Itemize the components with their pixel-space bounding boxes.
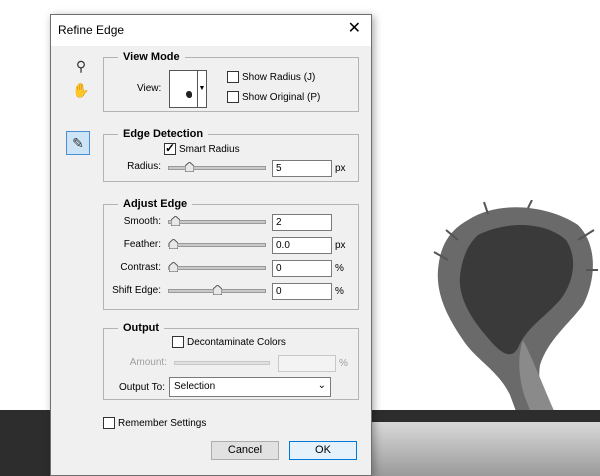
ok-button[interactable]: OK (289, 441, 357, 460)
view-preview-thumbnail (186, 91, 192, 98)
decontaminate-colors-label: Decontaminate Colors (187, 337, 286, 348)
contrast-unit: % (335, 263, 344, 274)
smooth-input[interactable]: 2 (272, 214, 332, 231)
shift-edge-label: Shift Edge: (112, 285, 161, 296)
view-label: View: (137, 83, 162, 94)
refine-edge-dialog: Refine Edge ✕ ⚲ ✋ ✎ View Mode View: ▼ Sh… (50, 14, 372, 476)
close-icon[interactable]: ✕ (348, 20, 361, 38)
radius-label: Radius: (127, 161, 161, 172)
smooth-slider-thumb[interactable] (170, 216, 180, 226)
amount-label: Amount: (129, 357, 167, 368)
output-legend: Output (118, 322, 165, 334)
output-to-select[interactable]: Selection ⌄ (169, 377, 331, 397)
shift-edge-slider[interactable] (168, 285, 266, 295)
amount-slider (174, 361, 270, 365)
feather-input[interactable]: 0.0 (272, 237, 332, 254)
radius-slider-thumb[interactable] (184, 162, 194, 172)
remember-settings-checkbox[interactable] (103, 417, 115, 429)
smart-radius-checkbox[interactable] (164, 141, 176, 155)
shift-edge-input[interactable]: 0 (272, 283, 332, 300)
show-radius-checkbox[interactable] (227, 71, 239, 83)
radius-input[interactable]: 5 (272, 160, 332, 177)
view-mode-picker[interactable]: ▼ (169, 70, 207, 108)
show-radius-label: Show Radius (J) (242, 72, 316, 83)
chevron-down-icon: ▼ (197, 71, 206, 107)
light-strip (372, 422, 600, 476)
contrast-slider-thumb[interactable] (169, 262, 178, 272)
edge-detection-legend: Edge Detection (118, 128, 209, 140)
smart-radius-label: Smart Radius (179, 144, 240, 155)
feather-unit: px (335, 240, 346, 251)
smooth-slider[interactable] (168, 216, 266, 226)
amount-unit: % (339, 358, 348, 369)
shift-edge-unit: % (335, 286, 344, 297)
contrast-label: Contrast: (120, 262, 161, 273)
zoom-tool-icon[interactable]: ⚲ (71, 56, 91, 76)
adjust-edge-legend: Adjust Edge (118, 198, 193, 210)
feather-slider[interactable] (168, 239, 266, 249)
output-to-value: Selection (174, 381, 216, 392)
feather-label: Feather: (123, 239, 161, 250)
decontaminate-colors-checkbox[interactable] (172, 336, 184, 348)
radius-unit: px (335, 163, 346, 174)
amount-input (278, 355, 336, 372)
show-original-checkbox[interactable] (227, 91, 239, 103)
shift-edge-slider-thumb[interactable] (212, 285, 222, 295)
remember-settings-label: Remember Settings (118, 418, 207, 429)
smooth-label: Smooth: (123, 216, 161, 227)
view-mode-legend: View Mode (118, 51, 185, 63)
chevron-down-icon: ⌄ (317, 380, 326, 391)
output-to-label: Output To: (119, 382, 165, 393)
title-bar: Refine Edge ✕ (51, 15, 371, 46)
refine-radius-brush-icon[interactable]: ✎ (66, 131, 90, 155)
dialog-title: Refine Edge (58, 23, 125, 37)
contrast-slider[interactable] (168, 262, 266, 272)
radius-slider[interactable] (168, 162, 266, 172)
feather-slider-thumb[interactable] (169, 239, 178, 249)
cancel-button[interactable]: Cancel (211, 441, 279, 460)
hand-tool-icon[interactable]: ✋ (71, 80, 91, 100)
contrast-input[interactable]: 0 (272, 260, 332, 277)
show-original-label: Show Original (P) (242, 92, 321, 103)
